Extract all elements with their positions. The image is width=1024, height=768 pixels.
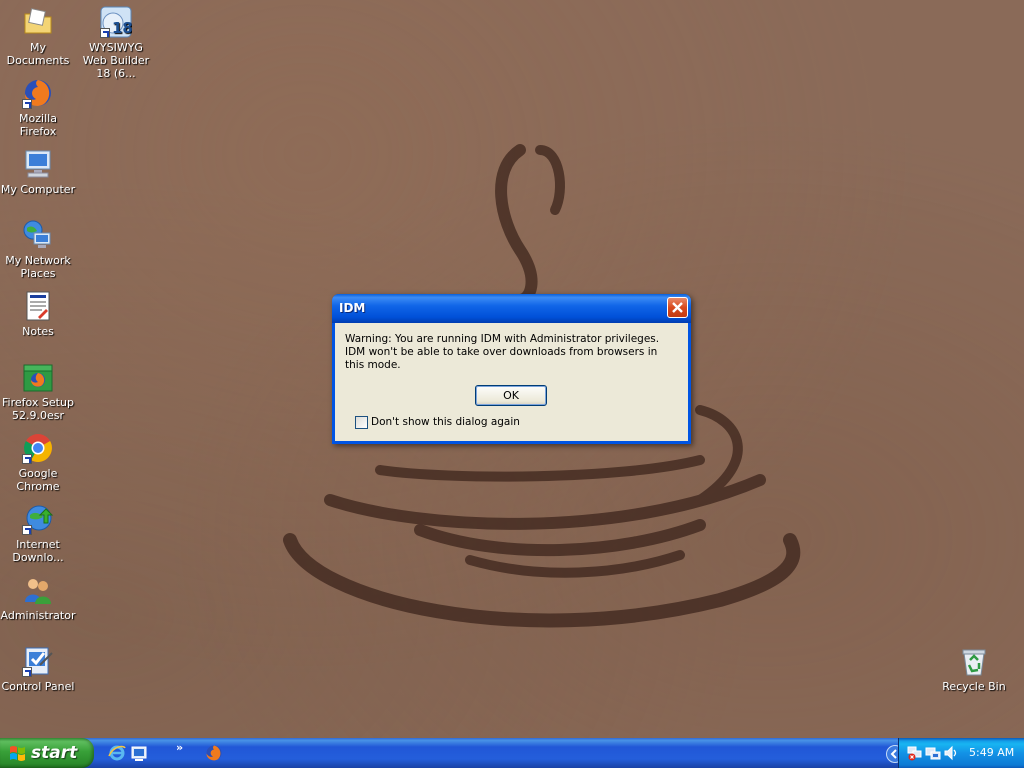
dialog-message-line-2: IDM won't be able to take over downloads… xyxy=(345,346,658,371)
desktop-icon-notes[interactable]: Notes xyxy=(0,290,76,338)
network-disconnected-icon[interactable] xyxy=(907,745,923,761)
folder-icon xyxy=(22,6,54,38)
desktop-icon-recycle-bin[interactable]: Recycle Bin xyxy=(936,645,1012,693)
shortcut-arrow-icon xyxy=(100,28,110,38)
desktop-icon-my-computer[interactable]: My Computer xyxy=(0,148,76,196)
shortcut-arrow-icon xyxy=(22,454,32,464)
volume-icon[interactable] xyxy=(943,745,959,761)
taskbar: start » 5:49 AM xyxy=(0,738,1024,768)
windows-logo-icon xyxy=(10,746,25,761)
desktop-icon-label: Google Chrome xyxy=(16,467,60,493)
quick-launch-chevron[interactable]: » xyxy=(176,741,183,754)
start-button[interactable]: start xyxy=(0,738,94,768)
desktop-icon-control-panel[interactable]: Control Panel xyxy=(0,645,76,693)
network-connection-icon[interactable] xyxy=(925,745,941,761)
desktop-icon-label: My Network Places xyxy=(5,254,71,280)
dialog-message: Warning: You are running IDM with Admini… xyxy=(345,333,665,372)
desktop-icon-label: Notes xyxy=(22,325,54,338)
internet-explorer-icon[interactable] xyxy=(108,744,126,762)
users-icon xyxy=(22,574,54,606)
desktop-icon-label: My Documents xyxy=(6,41,70,67)
dont-show-again-row[interactable]: Don't show this dialog again xyxy=(355,415,520,429)
desktop-icon-google-chrome[interactable]: Google Chrome xyxy=(0,432,76,493)
dialog-body: Warning: You are running IDM with Admini… xyxy=(335,323,688,441)
clock[interactable]: 5:49 AM xyxy=(969,746,1014,759)
desktop-icon-label: Recycle Bin xyxy=(942,680,1006,693)
idm-warning-dialog: IDM Warning: You are running IDM with Ad… xyxy=(332,294,691,444)
desktop-icon-administrator[interactable]: Administrator xyxy=(0,574,76,622)
desktop-icon-internet-download-manager[interactable]: Internet Downlo... xyxy=(0,503,76,564)
shortcut-arrow-icon xyxy=(22,99,32,109)
svg-text:18: 18 xyxy=(112,19,132,37)
shortcut-arrow-icon xyxy=(22,667,32,677)
desktop-icon-label: Control Panel xyxy=(1,680,75,693)
desktop-icon-wysiwyg-web-builder[interactable]: 18 WYSIWYG Web Builder 18 (6... xyxy=(78,6,154,80)
ok-button[interactable]: OK xyxy=(475,385,547,406)
firefox-icon xyxy=(22,77,54,109)
desktop-icon-my-network-places[interactable]: My Network Places xyxy=(0,219,76,280)
desktop-icon-label: Administrator xyxy=(0,609,76,622)
notes-document-icon xyxy=(22,290,54,322)
close-button[interactable] xyxy=(667,297,688,318)
close-icon xyxy=(672,302,683,313)
dialog-message-line-1: Warning: You are running IDM with Admini… xyxy=(345,333,660,345)
desktop-icon-mozilla-firefox[interactable]: Mozilla Firefox xyxy=(0,77,76,138)
desktop-icon-label: Mozilla Firefox xyxy=(19,112,57,138)
recycle-bin-icon xyxy=(958,645,990,677)
dont-show-again-checkbox[interactable] xyxy=(355,415,368,429)
system-tray: 5:49 AM xyxy=(898,738,1024,768)
idm-icon xyxy=(22,503,54,535)
desktop-icon-label: Internet Downlo... xyxy=(12,538,64,564)
computer-icon xyxy=(22,148,54,180)
control-panel-icon xyxy=(22,645,54,677)
installer-package-icon xyxy=(22,361,54,393)
dont-show-again-label[interactable]: Don't show this dialog again xyxy=(371,416,520,428)
wysiwyg-app-icon: 18 xyxy=(100,6,132,38)
desktop-icon-label: WYSIWYG Web Builder 18 (6... xyxy=(82,41,150,80)
desktop-icon-my-documents[interactable]: My Documents xyxy=(0,6,76,67)
chrome-icon xyxy=(22,432,54,464)
shortcut-arrow-icon xyxy=(22,525,32,535)
network-places-icon xyxy=(22,219,54,251)
desktop-icon-label: My Computer xyxy=(0,183,76,196)
desktop-icon-firefox-setup[interactable]: Firefox Setup 52.9.0esr xyxy=(0,361,76,422)
start-label: start xyxy=(31,743,78,763)
desktop-icon-label: Firefox Setup 52.9.0esr xyxy=(2,396,74,422)
dialog-title: IDM xyxy=(339,301,366,315)
show-desktop-icon[interactable] xyxy=(130,744,148,762)
dialog-title-bar[interactable]: IDM xyxy=(332,294,691,323)
firefox-taskbar-icon[interactable] xyxy=(205,744,223,762)
